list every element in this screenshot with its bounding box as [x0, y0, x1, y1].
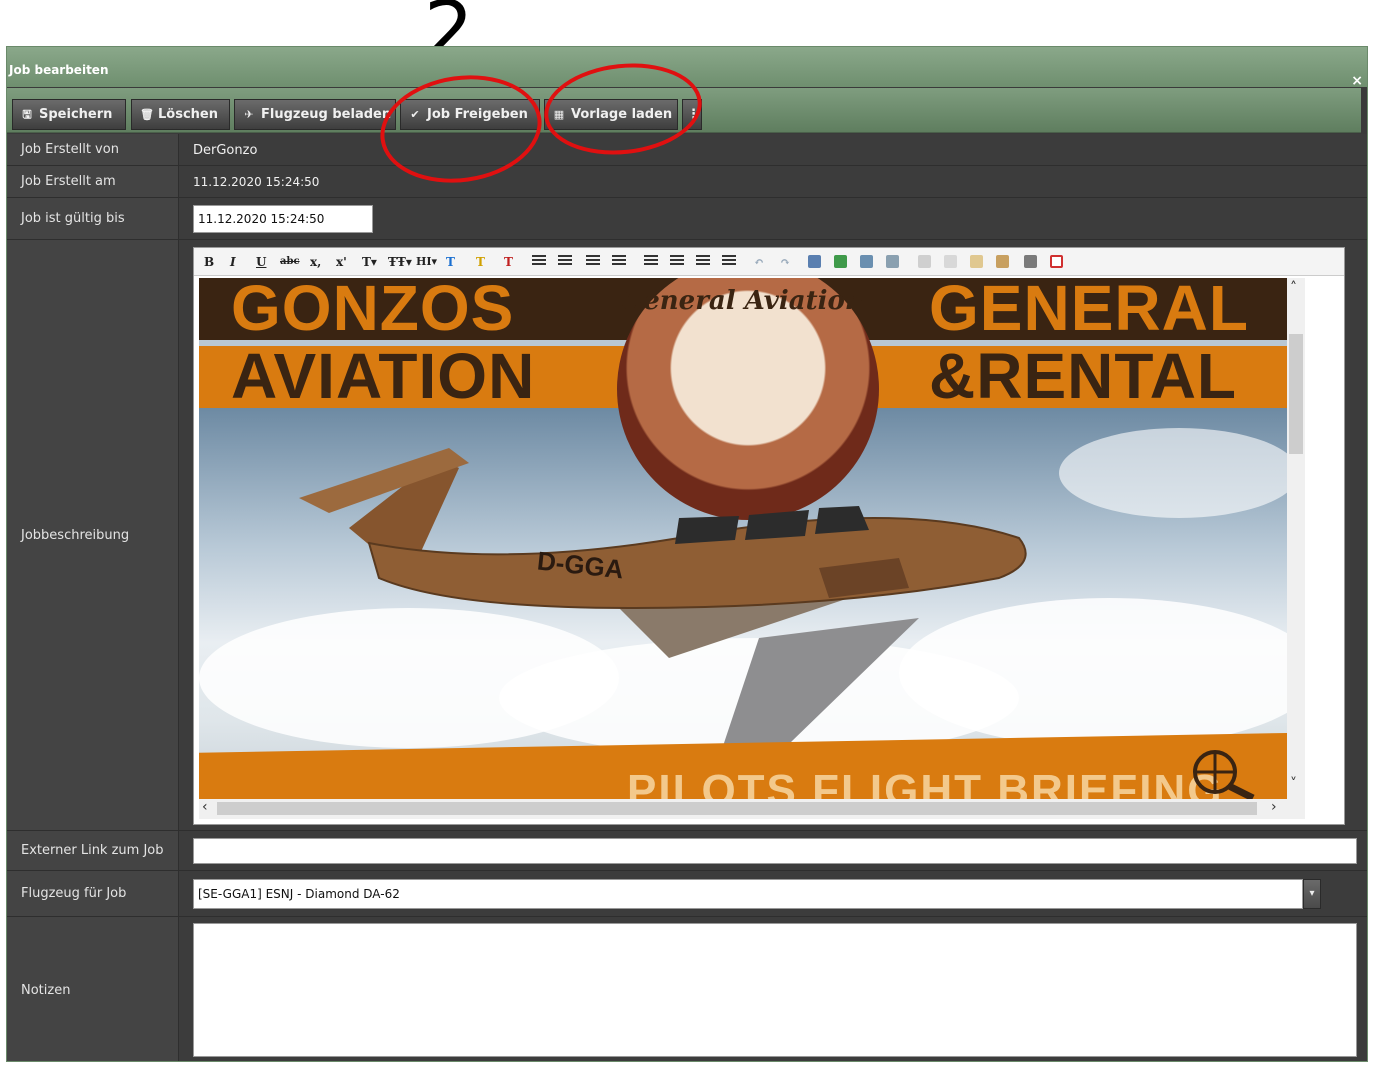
created-by-value: DerGonzo — [193, 143, 258, 158]
editor-content-banner[interactable]: GONZOS AVIATION GENERAL &RENTAL General … — [199, 278, 1287, 799]
justify-icon[interactable] — [722, 255, 736, 267]
row-notes: Notizen — [7, 917, 1367, 1061]
save-button-label: Speichern — [39, 107, 113, 122]
insert-table-icon[interactable] — [808, 255, 821, 268]
scroll-left-icon[interactable]: ‹ — [202, 799, 208, 815]
aircraft-illustration — [299, 448, 1027, 773]
scroll-down-icon[interactable]: ˅ — [1290, 776, 1297, 792]
screenshot: 2 1 Job bearbeiten × 🖫Speichern 🗑Löschen… — [0, 0, 1375, 1066]
indent-icon[interactable] — [612, 255, 626, 267]
underline-icon[interactable]: U — [256, 255, 266, 269]
chevron-down-icon[interactable]: ▾ — [1303, 879, 1321, 909]
notes-label: Notizen — [7, 917, 179, 1061]
font-family-icon[interactable]: ŦŦ▾ — [388, 255, 412, 269]
valid-until-field[interactable]: 11.12.2020 15:24:50 — [193, 205, 373, 233]
description-label: Jobbeschreibung — [7, 240, 179, 830]
aircraft-window — [675, 516, 739, 544]
load-aircraft-button[interactable]: ✈ Flugzeug beladen — [234, 99, 396, 130]
aircraft-label: Flugzeug für Job — [7, 871, 179, 916]
briefing-title: PILOTS FLIGHT BRIEFING — [627, 766, 1224, 799]
italic-icon[interactable]: I — [230, 255, 236, 269]
print-icon[interactable] — [1024, 255, 1037, 268]
outdent-icon[interactable] — [586, 255, 600, 267]
bullet-list-icon[interactable] — [532, 255, 546, 267]
delete-button[interactable]: 🗑 Löschen — [131, 99, 230, 130]
insert-link-icon[interactable] — [860, 255, 873, 268]
plane-icon: ✈ — [244, 108, 254, 121]
aircraft-window — [815, 506, 869, 534]
save-button[interactable]: 🖫 Speichern — [12, 99, 126, 130]
copy-icon[interactable] — [944, 255, 957, 268]
editor-toolbar: B I U abc x, x' T▾ ŦŦ▾ HI▾ T T T ↶ ↷ — [194, 248, 1344, 276]
created-by-label: Job Erstellt von — [7, 134, 179, 165]
horizontal-scroll-thumb[interactable] — [217, 802, 1257, 815]
subscript-icon[interactable]: x, — [310, 255, 321, 269]
valid-until-label: Job ist gültig bis — [7, 198, 179, 239]
heading-icon[interactable]: HI▾ — [416, 255, 437, 269]
dialog-title: Job bearbeiten — [9, 63, 109, 77]
paste-icon[interactable] — [970, 255, 983, 268]
align-left-icon[interactable] — [644, 255, 658, 267]
strikethrough-icon[interactable]: abc — [280, 255, 300, 269]
external-link-label: Externer Link zum Job — [7, 831, 179, 870]
created-at-label: Job Erstellt am — [7, 166, 179, 197]
align-right-icon[interactable] — [696, 255, 710, 267]
align-center-icon[interactable] — [670, 255, 684, 267]
row-created-at: Job Erstellt am 11.12.2020 15:24:50 — [7, 166, 1367, 198]
aircraft-window — [745, 510, 809, 540]
row-external-link: Externer Link zum Job — [7, 831, 1367, 871]
text-color-icon[interactable]: T — [446, 255, 455, 269]
job-edit-dialog: Job bearbeiten × 🖫 Speichern 🗑 Löschen ✈ Fl… — [6, 46, 1368, 1062]
delete-button-label: Löschen — [158, 107, 218, 122]
scroll-up-icon[interactable]: ˄ — [1290, 280, 1297, 296]
insert-image-icon[interactable] — [834, 255, 847, 268]
redo-icon[interactable]: ↷ — [780, 255, 790, 269]
notes-textarea[interactable] — [193, 923, 1357, 1057]
external-link-field[interactable] — [193, 838, 1357, 864]
save-icon: 🖫 — [22, 108, 32, 121]
font-size-icon[interactable]: T▾ — [362, 255, 377, 269]
numbered-list-icon[interactable] — [558, 255, 572, 267]
row-aircraft: Flugzeug für Job [SE-GGA1] ESNJ - Diamon… — [7, 871, 1367, 917]
undo-icon[interactable]: ↶ — [754, 255, 764, 269]
source-icon[interactable] — [1050, 255, 1063, 268]
paste-word-icon[interactable] — [996, 255, 1009, 268]
cut-icon[interactable] — [918, 255, 931, 268]
globe-magnifier-icon — [1193, 750, 1255, 799]
row-created-by: Job Erstellt von DerGonzo — [7, 134, 1367, 166]
editor-vertical-scrollbar[interactable]: ˄ ˅ — [1287, 278, 1305, 799]
aircraft-select[interactable]: [SE-GGA1] ESNJ - Diamond DA-62 — [193, 879, 1303, 909]
highlight-icon[interactable]: T — [476, 255, 485, 269]
load-aircraft-button-label: Flugzeug beladen — [261, 107, 392, 122]
trash-icon: 🗑 — [140, 108, 154, 121]
clear-format-icon[interactable]: T — [504, 255, 513, 269]
bold-icon[interactable]: B — [204, 255, 214, 269]
superscript-icon[interactable]: x' — [336, 255, 347, 269]
description-editor[interactable]: B I U abc x, x' T▾ ŦŦ▾ HI▾ T T T ↶ ↷ GON… — [193, 247, 1345, 825]
row-valid-until: Job ist gültig bis 11.12.2020 15:24:50 — [7, 198, 1367, 240]
vertical-scroll-thumb[interactable] — [1289, 334, 1303, 454]
editor-horizontal-scrollbar[interactable]: ‹ › — [199, 799, 1305, 819]
scroll-right-icon[interactable]: › — [1271, 799, 1277, 815]
unlink-icon[interactable] — [886, 255, 899, 268]
created-at-value: 11.12.2020 15:24:50 — [193, 175, 320, 189]
